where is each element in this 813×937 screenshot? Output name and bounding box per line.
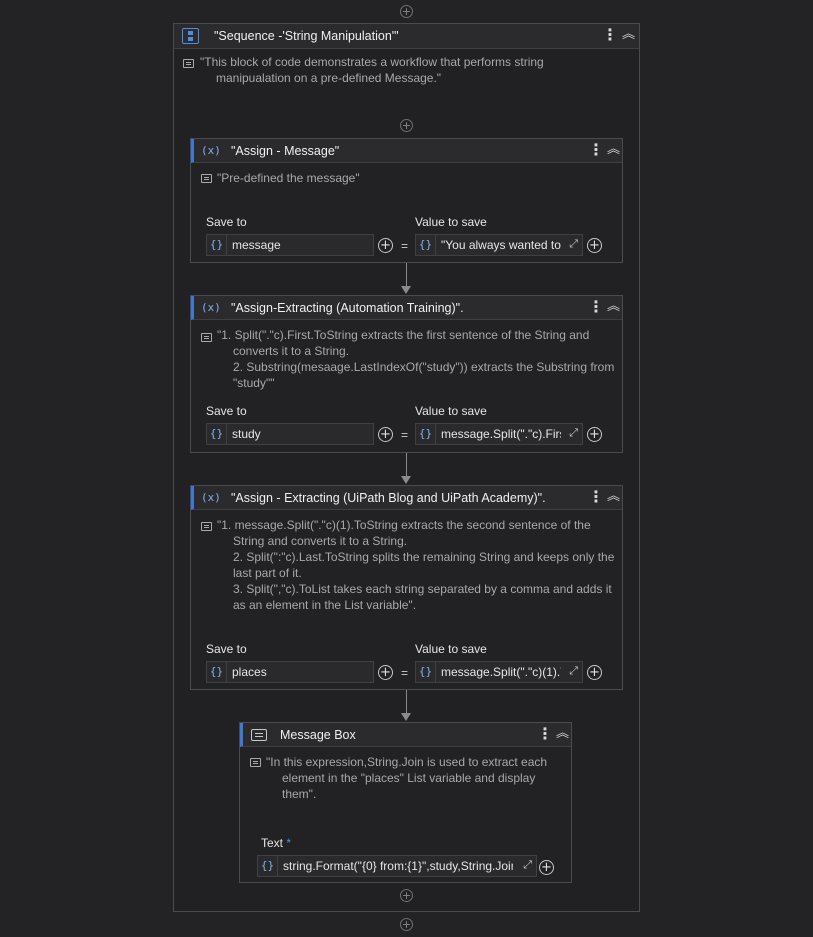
assign-message-menu-icon[interactable]: ⋮: [588, 142, 604, 158]
required-marker: *: [286, 836, 292, 850]
assign-icon: (x): [201, 301, 221, 314]
sequence-menu-icon[interactable]: ⋮: [602, 27, 618, 43]
connector-arrow: [401, 453, 411, 484]
assign-extracting-blog-collapse-icon[interactable]: ︽: [607, 490, 620, 504]
save-to-field[interactable]: {} study: [206, 423, 374, 445]
save-to-field[interactable]: {} places: [206, 661, 374, 683]
equals-sign: =: [401, 666, 409, 680]
value-to-save-field[interactable]: {} message.Split("."c)(1).T ⤢: [415, 661, 583, 683]
assign-message-collapse-icon[interactable]: ︽: [607, 143, 620, 157]
add-activity-bottom-inner-button[interactable]: +: [400, 889, 413, 902]
save-to-add-icon[interactable]: +: [378, 238, 393, 253]
message-box-icon: [251, 729, 267, 741]
annotation-icon: [183, 59, 194, 68]
message-box-header[interactable]: Message Box ⋮ ︽: [240, 723, 571, 747]
annotation-icon: [201, 333, 212, 342]
sequence-annotation[interactable]: "This block of code demonstrates a workf…: [200, 54, 544, 86]
expression-brace-icon: {}: [207, 235, 227, 255]
message-box-annotation[interactable]: "In this expression,String.Join is used …: [266, 754, 547, 802]
assign-extracting-training-menu-icon[interactable]: ⋮: [588, 299, 604, 315]
assign-extracting-training-annotation[interactable]: "1. Split("."c).First.ToString extracts …: [217, 327, 614, 391]
text-label: Text *: [261, 836, 292, 850]
text-field[interactable]: {} string.Format("{0} from:{1}",study,St…: [257, 855, 537, 877]
value-to-save-field[interactable]: {} message.Split("."c).Firs ⤢: [415, 423, 583, 445]
value-to-save-field[interactable]: {} "You always wanted to ⤢: [415, 234, 583, 256]
expression-brace-icon: {}: [416, 235, 436, 255]
save-to-label: Save to: [206, 404, 247, 418]
sequence-icon: [182, 28, 199, 44]
value-to-save-add-icon[interactable]: +: [587, 238, 602, 253]
assign-icon: (x): [201, 491, 221, 504]
message-box-activity[interactable]: Message Box ⋮ ︽ "In this expression,Stri…: [239, 722, 572, 883]
save-to-value: study: [232, 427, 261, 441]
equals-sign: =: [401, 239, 409, 253]
assign-extracting-training-activity[interactable]: (x) "Assign-Extracting (Automation Train…: [190, 295, 623, 453]
expand-editor-icon[interactable]: ⤢: [569, 426, 578, 440]
text-add-icon[interactable]: +: [539, 860, 554, 875]
value-to-save-label: Value to save: [415, 215, 487, 229]
assign-message-annotation[interactable]: "Pre-defined the message": [217, 170, 360, 186]
add-activity-top-button[interactable]: +: [400, 5, 413, 18]
assign-extracting-blog-annotation[interactable]: "1. message.Split("."c)(1).ToString extr…: [217, 517, 614, 613]
message-box-collapse-icon[interactable]: ︽: [556, 727, 569, 741]
save-to-add-icon[interactable]: +: [378, 427, 393, 442]
value-to-save-value: message.Split("."c).Firs: [441, 427, 561, 441]
add-activity-inner-button[interactable]: +: [400, 119, 413, 132]
annotation-icon: [250, 758, 261, 767]
message-box-menu-icon[interactable]: ⋮: [537, 726, 553, 742]
text-value: string.Format("{0} from:{1}",study,Strin…: [283, 859, 513, 873]
expression-brace-icon: {}: [416, 662, 436, 682]
equals-sign: =: [401, 428, 409, 442]
assign-extracting-training-title: "Assign-Extracting (Automation Training)…: [231, 301, 464, 315]
annotation-icon: [201, 522, 212, 531]
message-box-title: Message Box: [280, 728, 356, 742]
value-to-save-add-icon[interactable]: +: [587, 665, 602, 680]
sequence-title: "Sequence -'String Manipulation'": [214, 29, 399, 43]
assign-icon: (x): [201, 144, 221, 157]
value-to-save-add-icon[interactable]: +: [587, 427, 602, 442]
expression-brace-icon: {}: [416, 424, 436, 444]
save-to-label: Save to: [206, 642, 247, 656]
assign-message-activity[interactable]: (x) "Assign - Message" ⋮ ︽ "Pre-defined …: [190, 138, 623, 263]
expression-brace-icon: {}: [207, 424, 227, 444]
save-to-add-icon[interactable]: +: [378, 665, 393, 680]
connector-arrow: [401, 263, 411, 294]
expand-editor-icon[interactable]: ⤢: [569, 664, 578, 678]
expression-brace-icon: {}: [258, 856, 278, 876]
add-activity-bottom-button[interactable]: +: [400, 918, 413, 931]
save-to-field[interactable]: {} message: [206, 234, 374, 256]
assign-extracting-blog-header[interactable]: (x) "Assign - Extracting (UiPath Blog an…: [191, 486, 622, 510]
assign-message-title: "Assign - Message": [231, 144, 340, 158]
assign-extracting-training-collapse-icon[interactable]: ︽: [607, 300, 620, 314]
sequence-header[interactable]: "Sequence -'String Manipulation'" ⋮ ︽: [174, 24, 639, 49]
save-to-value: message: [232, 238, 281, 252]
assign-message-header[interactable]: (x) "Assign - Message" ⋮ ︽: [191, 139, 622, 163]
value-to-save-value: "You always wanted to: [441, 238, 561, 252]
connector-arrow: [401, 690, 411, 721]
assign-extracting-training-header[interactable]: (x) "Assign-Extracting (Automation Train…: [191, 296, 622, 320]
assign-extracting-blog-title: "Assign - Extracting (UiPath Blog and Ui…: [231, 491, 546, 505]
expand-editor-icon[interactable]: ⤢: [569, 237, 578, 251]
save-to-value: places: [232, 665, 267, 679]
sequence-collapse-icon[interactable]: ︽: [622, 28, 635, 42]
value-to-save-label: Value to save: [415, 404, 487, 418]
annotation-icon: [201, 174, 212, 183]
assign-extracting-blog-activity[interactable]: (x) "Assign - Extracting (UiPath Blog an…: [190, 485, 623, 690]
value-to-save-value: message.Split("."c)(1).T: [441, 665, 561, 679]
save-to-label: Save to: [206, 215, 247, 229]
expression-brace-icon: {}: [207, 662, 227, 682]
assign-extracting-blog-menu-icon[interactable]: ⋮: [588, 489, 604, 505]
expand-editor-icon[interactable]: ⤢: [523, 858, 532, 872]
value-to-save-label: Value to save: [415, 642, 487, 656]
